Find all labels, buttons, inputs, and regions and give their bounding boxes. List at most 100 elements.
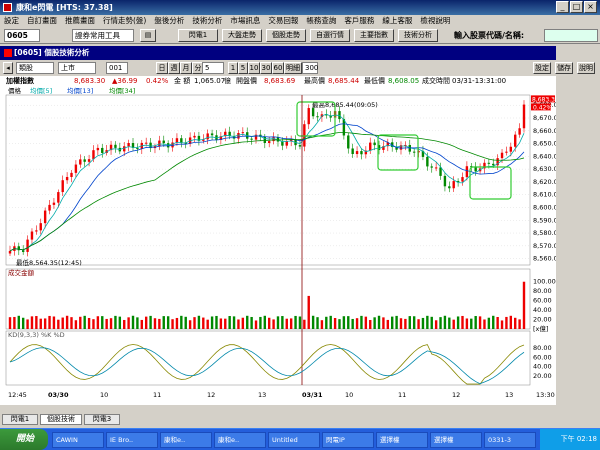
taskbar-item[interactable]: IE Bro.. bbox=[106, 432, 158, 448]
volume-bar bbox=[131, 315, 135, 329]
volume-bar bbox=[96, 316, 100, 329]
tab-tech[interactable]: 個股技術 bbox=[40, 414, 82, 425]
candle-body bbox=[206, 133, 209, 140]
period-week[interactable]: 週 bbox=[168, 62, 180, 74]
volume-bar bbox=[83, 315, 86, 329]
help-button[interactable]: 說明 bbox=[577, 62, 595, 74]
taskbar-item[interactable]: 0331-3 bbox=[484, 432, 536, 448]
min-5[interactable]: 5 bbox=[238, 62, 248, 74]
tool-select[interactable]: 證券常用工具 bbox=[72, 29, 134, 42]
volume-bar bbox=[496, 316, 499, 329]
volume-bar bbox=[35, 316, 38, 329]
taskbar-item[interactable]: 選擇權 bbox=[376, 432, 428, 448]
menu-item[interactable]: 技術分析 bbox=[192, 16, 222, 25]
menu-item[interactable]: 檢視說明 bbox=[420, 16, 450, 25]
volume-bar bbox=[439, 317, 442, 329]
taskbar-item[interactable]: Untitled bbox=[268, 432, 320, 448]
candle-body bbox=[158, 140, 161, 147]
min-10[interactable]: 10 bbox=[248, 62, 260, 74]
period-month[interactable]: 月 bbox=[180, 62, 192, 74]
volume-bar bbox=[382, 317, 385, 329]
stock-search-input[interactable] bbox=[544, 29, 598, 42]
amount-unit: 億 bbox=[224, 77, 231, 85]
candle-body bbox=[360, 151, 363, 155]
volume-bar bbox=[320, 320, 324, 329]
maximize-button[interactable]: □ bbox=[570, 1, 583, 13]
candle-body bbox=[52, 202, 56, 205]
candle-body bbox=[175, 138, 179, 143]
candle-body bbox=[500, 152, 504, 159]
main-index-button[interactable]: 主要指數 bbox=[354, 29, 394, 42]
amount-label: 金 額 bbox=[174, 77, 191, 85]
taskbar-item[interactable]: 閃電IP bbox=[322, 432, 374, 448]
min-30[interactable]: 30 bbox=[260, 62, 272, 74]
technical-chart[interactable]: 價格均價[5]均價[13]均價[34]8,680.008,670.008,660… bbox=[0, 87, 556, 405]
volume-bar bbox=[197, 315, 201, 329]
volume-bar bbox=[162, 316, 165, 329]
volume-tick-label: 20.00 bbox=[533, 316, 552, 324]
flash1-button[interactable]: 閃電1 bbox=[178, 29, 218, 42]
kd-tick-label: 80.00 bbox=[533, 344, 552, 352]
open-label: 開盤價 bbox=[236, 77, 257, 85]
tick-count[interactable]: 300 bbox=[302, 62, 318, 74]
settings-button[interactable]: 設定 bbox=[533, 62, 551, 74]
count-select[interactable]: 5 bbox=[202, 62, 224, 74]
menu-item[interactable]: 帳務查詢 bbox=[306, 16, 336, 25]
taskbar-item[interactable]: 康和e.. bbox=[214, 432, 266, 448]
volume-bar bbox=[48, 315, 51, 329]
market-select[interactable]: 上市 bbox=[58, 62, 96, 74]
menu-item[interactable]: 交易回報 bbox=[268, 16, 298, 25]
menu-item[interactable]: 盤後分析 bbox=[154, 16, 184, 25]
volume-tick-label: 80.00 bbox=[533, 287, 552, 295]
tab-flash1[interactable]: 閃電1 bbox=[2, 414, 38, 425]
taskbar-item[interactable]: 選擇權 bbox=[430, 432, 482, 448]
minimize-button[interactable]: _ bbox=[556, 1, 569, 13]
y-tick-label: 8,590.00 bbox=[533, 216, 556, 224]
volume-bar bbox=[355, 318, 359, 329]
volume-bar bbox=[294, 315, 297, 329]
period-day[interactable]: 日 bbox=[156, 62, 168, 74]
tab-flash3[interactable]: 閃電3 bbox=[84, 414, 120, 425]
save-button[interactable]: 儲存 bbox=[555, 62, 573, 74]
open-value: 8,683.69 bbox=[264, 77, 296, 85]
min-1[interactable]: 1 bbox=[228, 62, 238, 74]
volume-bar bbox=[303, 319, 306, 329]
group-select[interactable]: 001 bbox=[106, 62, 128, 74]
index-change: ▲36.99 bbox=[112, 77, 138, 85]
y-tick-label: 8,650.00 bbox=[533, 140, 556, 148]
menu-item[interactable]: 市場訊息 bbox=[230, 16, 260, 25]
watchlist-button[interactable]: 自選行情 bbox=[310, 29, 350, 42]
menu-bar: 設定 自訂畫面 推薦畫面 行情走勢(盤) 盤後分析 技術分析 市場訊息 交易回報 帳務查詢 客戶服… bbox=[0, 15, 600, 27]
volume-bar bbox=[360, 315, 363, 329]
stock-trend-button[interactable]: 個股走勢 bbox=[266, 29, 306, 42]
market-trend-button[interactable]: 大盤走勢 bbox=[222, 29, 262, 42]
menu-item[interactable]: 行情走勢(盤) bbox=[103, 16, 146, 25]
start-button[interactable]: 開始 bbox=[0, 429, 48, 450]
back-icon[interactable]: ◂ bbox=[3, 62, 13, 74]
volume-bar bbox=[8, 317, 12, 329]
index-pct: 0.42% bbox=[146, 77, 169, 85]
quote-info: 加權指數 8,683.30 ▲36.99 0.42% 金 額 1,065.07 … bbox=[0, 76, 556, 87]
tech-analysis-button[interactable]: 技術分析 bbox=[398, 29, 438, 42]
candle-body bbox=[452, 181, 455, 189]
tool-icon[interactable]: ▤ bbox=[140, 29, 156, 42]
taskbar-item[interactable]: 康和e.. bbox=[160, 432, 212, 448]
volume-bar bbox=[478, 316, 482, 329]
candle-body bbox=[267, 141, 271, 144]
menu-item[interactable]: 設定 bbox=[4, 16, 19, 25]
menu-item[interactable]: 自訂畫面 bbox=[27, 16, 57, 25]
close-button[interactable]: × bbox=[584, 1, 597, 13]
ticks-button[interactable]: 明細 bbox=[284, 62, 302, 74]
stock-code-input[interactable]: 0605 bbox=[4, 29, 40, 42]
x-tick-label: 10 bbox=[345, 391, 353, 399]
menu-item[interactable]: 線上客服 bbox=[382, 16, 412, 25]
min-60[interactable]: 60 bbox=[272, 62, 284, 74]
menu-item[interactable]: 客戶服務 bbox=[344, 16, 374, 25]
volume-bar bbox=[285, 318, 288, 329]
menu-item[interactable]: 推薦畫面 bbox=[65, 16, 95, 25]
category-select[interactable]: 類股 bbox=[16, 62, 54, 74]
taskbar-item[interactable]: CAWIN bbox=[52, 432, 104, 448]
volume-bar bbox=[509, 315, 513, 329]
volume-bar bbox=[377, 315, 381, 329]
candle-body bbox=[303, 124, 306, 147]
